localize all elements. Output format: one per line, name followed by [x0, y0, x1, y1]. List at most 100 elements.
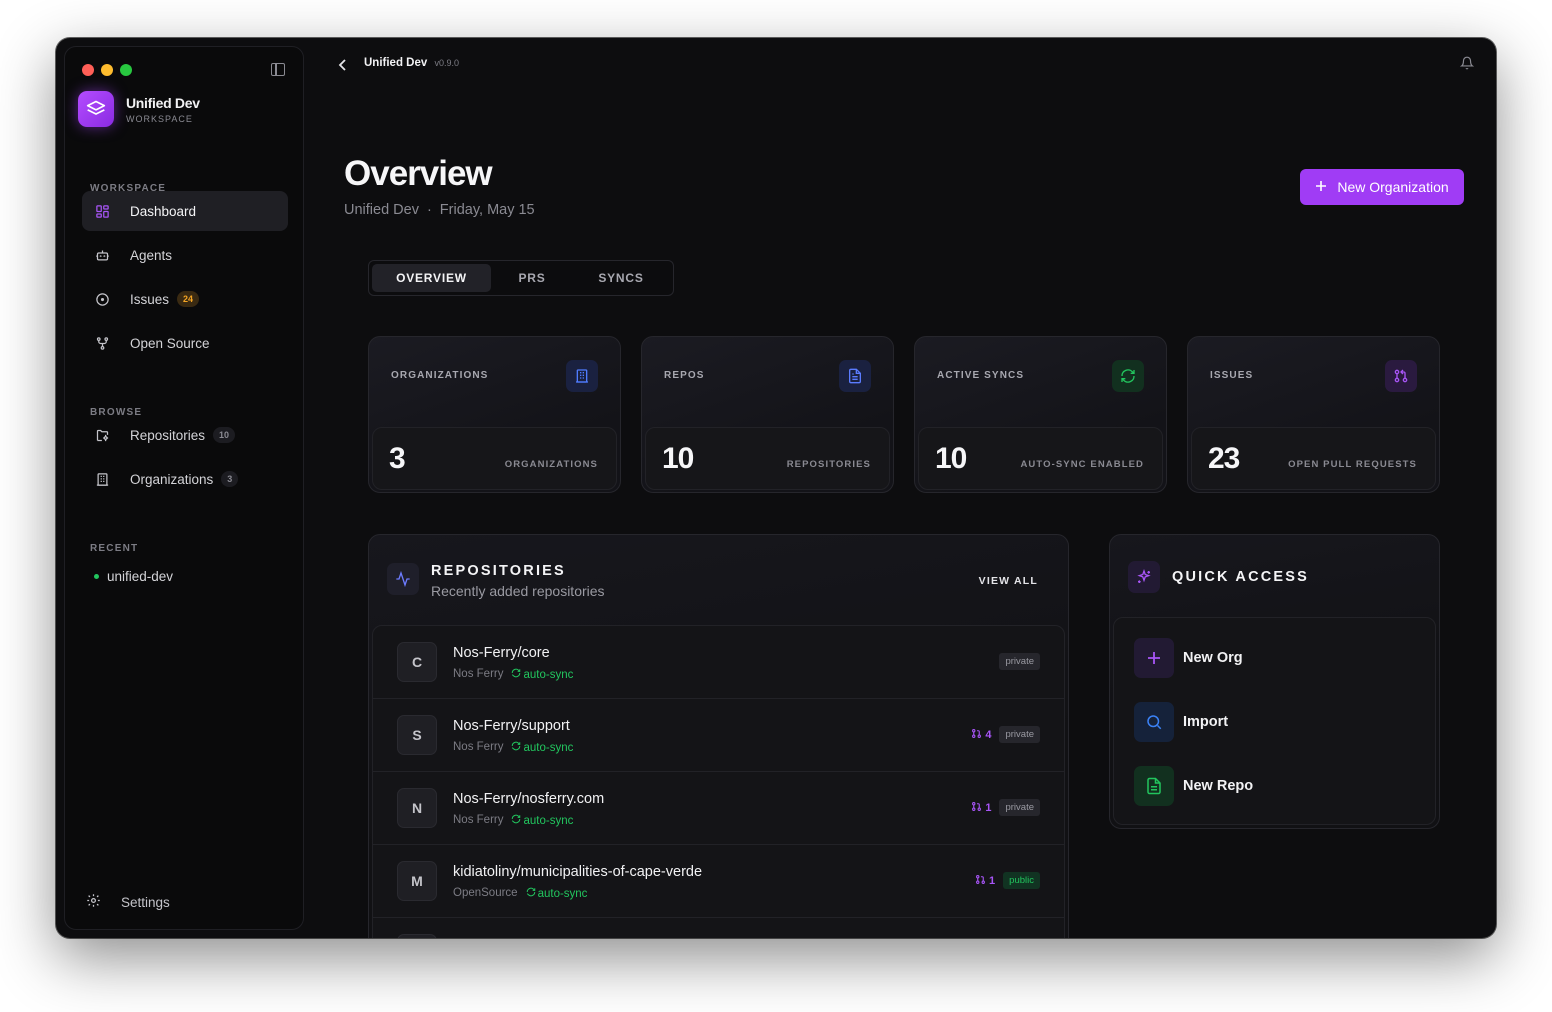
- repo-avatar: N: [397, 788, 437, 828]
- sidebar-item-open-source[interactable]: Open Source: [82, 323, 288, 363]
- bell-icon[interactable]: [1459, 56, 1475, 75]
- workspace-label: WORKSPACE: [126, 113, 193, 124]
- sidebar-item-organizations[interactable]: Organizations 3: [82, 459, 288, 499]
- stat-caption: AUTO-SYNC ENABLED: [1020, 459, 1144, 470]
- stat-card-issues[interactable]: ISSUES 23 OPEN PULL REQUESTS: [1187, 336, 1440, 493]
- tab-overview[interactable]: OVERVIEW: [372, 264, 491, 292]
- refresh-icon: [511, 814, 521, 827]
- page-subtitle: Unified Dev · Friday, May 15: [344, 202, 535, 218]
- sidebar-item-label: Issues: [130, 291, 170, 307]
- pull-request-count: 1: [975, 874, 995, 888]
- repo-name[interactable]: Nos-Ferry/support: [453, 718, 570, 734]
- visibility-badge: private: [999, 653, 1040, 670]
- repositories-title: REPOSITORIES: [431, 563, 566, 579]
- file-text-icon: [839, 360, 871, 392]
- git-pull-request-icon: [975, 874, 986, 888]
- repo-sync-status: auto-sync: [511, 668, 573, 681]
- sidebar-item-agents[interactable]: Agents: [82, 235, 288, 275]
- new-organization-label: New Organization: [1337, 179, 1449, 195]
- stat-label: ISSUES: [1210, 370, 1254, 381]
- repo-name[interactable]: kidiatoliny/municipalities-of-cape-verde: [453, 864, 702, 880]
- repo-org: Nos Ferry: [453, 741, 504, 753]
- chevron-left-icon[interactable]: [338, 58, 348, 76]
- visibility-badge: private: [999, 726, 1040, 743]
- stat-caption: OPEN PULL REQUESTS: [1288, 459, 1417, 470]
- refresh-icon: [511, 741, 521, 754]
- gear-icon: [86, 893, 101, 911]
- sidebar-item-issues[interactable]: Issues 24: [82, 279, 288, 319]
- repo-sync-status: auto-sync: [511, 741, 573, 754]
- table-row[interactable]: C Nos-Ferry/core Nos Ferry auto-sync pri…: [373, 626, 1064, 699]
- visibility-badge: private: [999, 799, 1040, 816]
- stat-card-organizations[interactable]: ORGANIZATIONS 3 ORGANIZATIONS: [368, 336, 621, 493]
- table-row[interactable]: N Nos-Ferry/nosferry.com Nos Ferry auto-…: [373, 772, 1064, 845]
- git-pull-request-icon: [971, 728, 982, 742]
- subtitle-separator: ·: [426, 202, 432, 218]
- organizations-count-badge: 3: [221, 471, 239, 487]
- page-title: Overview: [344, 154, 493, 193]
- repo-avatar: S: [397, 715, 437, 755]
- sidebar-item-dashboard[interactable]: Dashboard: [82, 191, 288, 231]
- sidebar-toggle-icon[interactable]: [271, 63, 285, 76]
- settings-button[interactable]: Settings: [86, 893, 170, 911]
- stat-label: ORGANIZATIONS: [391, 370, 489, 381]
- repo-name[interactable]: Nos-Ferry/core: [453, 645, 550, 661]
- repositories-count-badge: 10: [213, 427, 236, 443]
- repo-sync-label: auto-sync: [523, 814, 574, 827]
- sparkles-icon: [1128, 561, 1160, 593]
- stat-card-repos[interactable]: REPOS 10 REPOSITORIES: [641, 336, 894, 493]
- sidebar: Unified Dev WORKSPACE WORKSPACE Dashboar…: [64, 46, 304, 930]
- quick-access-title: QUICK ACCESS: [1172, 569, 1310, 585]
- status-dot: [94, 574, 99, 579]
- minimize-window-button[interactable]: [101, 64, 113, 76]
- repo-avatar: M: [397, 861, 437, 901]
- workspace-brand[interactable]: Unified Dev WORKSPACE: [78, 91, 200, 127]
- sidebar-item-label: Repositories: [130, 427, 206, 443]
- recent-item-unified-dev[interactable]: unified-dev: [94, 569, 173, 584]
- sidebar-item-label: Organizations: [130, 471, 214, 487]
- stat-card-active-syncs[interactable]: ACTIVE SYNCS 10 AUTO-SYNC ENABLED: [914, 336, 1167, 493]
- app-version: v0.9.0: [434, 58, 459, 68]
- sidebar-item-repositories[interactable]: Repositories 10: [82, 415, 288, 455]
- repo-name[interactable]: Nos-Ferry/nosferry.com: [453, 791, 604, 807]
- git-pull-request-icon: [1385, 360, 1417, 392]
- plus-icon: [1315, 179, 1327, 195]
- view-all-link[interactable]: VIEW ALL: [979, 575, 1038, 587]
- stat-value: 3: [389, 442, 406, 475]
- new-organization-button[interactable]: New Organization: [1300, 169, 1464, 205]
- subtitle-org: Unified Dev: [344, 202, 419, 218]
- stat-value-panel: 10 REPOSITORIES: [645, 427, 890, 490]
- sidebar-item-label: Open Source: [130, 335, 210, 351]
- sidebar-item-label: Dashboard: [130, 203, 197, 219]
- table-row[interactable]: [373, 918, 1064, 938]
- building-icon: [566, 360, 598, 392]
- stat-value: 10: [935, 442, 967, 475]
- tab-prs[interactable]: PRS: [491, 264, 573, 292]
- maximize-window-button[interactable]: [120, 64, 132, 76]
- refresh-icon: [526, 887, 536, 900]
- stat-label: ACTIVE SYNCS: [937, 370, 1025, 381]
- repo-meta: Nos Ferry auto-sync: [453, 668, 573, 681]
- repositories-panel: REPOSITORIES Recently added repositories…: [368, 534, 1069, 938]
- stat-caption: REPOSITORIES: [786, 459, 871, 470]
- table-row[interactable]: S Nos-Ferry/support Nos Ferry auto-sync …: [373, 699, 1064, 772]
- activity-icon: [387, 563, 419, 595]
- tab-syncs[interactable]: SYNCS: [573, 264, 669, 292]
- recent-item-label: unified-dev: [107, 569, 174, 584]
- pull-request-count: 1: [971, 801, 991, 815]
- quick-access-new-org[interactable]: New Org: [1134, 638, 1243, 678]
- repo-sync-status: auto-sync: [526, 887, 587, 900]
- section-label-recent: RECENT: [90, 543, 139, 554]
- close-window-button[interactable]: [82, 64, 94, 76]
- file-icon: [1134, 766, 1174, 806]
- table-row[interactable]: M kidiatoliny/municipalities-of-cape-ver…: [373, 845, 1064, 918]
- stat-label: REPOS: [664, 370, 705, 381]
- quick-access-import[interactable]: Import: [1134, 702, 1228, 742]
- git-pull-request-icon: [971, 801, 982, 815]
- breadcrumb: Unified Dev v0.9.0: [364, 57, 459, 69]
- app-title: Unified Dev: [364, 57, 428, 69]
- quick-access-panel: QUICK ACCESS New Org Import New Repo: [1109, 534, 1440, 829]
- repositories-subtitle: Recently added repositories: [431, 583, 605, 599]
- quick-access-new-repo[interactable]: New Repo: [1134, 766, 1253, 806]
- git-fork-icon: [94, 335, 110, 351]
